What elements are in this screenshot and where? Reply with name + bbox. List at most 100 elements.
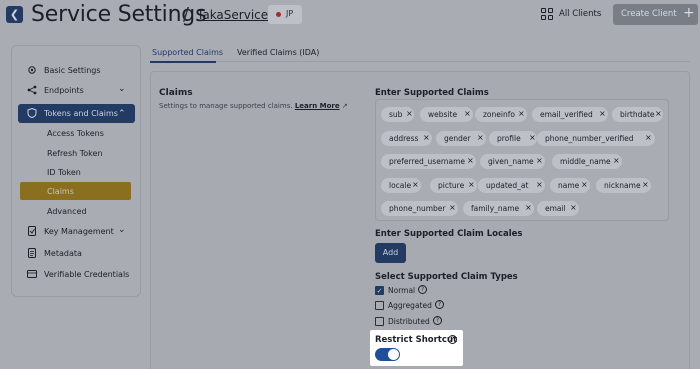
claim-chip: updated_at × <box>478 178 545 193</box>
back-button[interactable]: ❮ <box>6 6 23 23</box>
sidebar-subitem-access-tokens[interactable]: Access Tokens <box>20 124 131 142</box>
grid-icon[interactable] <box>541 8 553 20</box>
chevron-up-icon: ⌃ <box>118 109 126 119</box>
remove-chip-icon[interactable]: × <box>525 203 532 212</box>
toggle-knob <box>388 349 399 360</box>
claim-chip: locale × <box>381 178 421 193</box>
claim-type-aggregated[interactable]: Aggregated ? <box>375 300 455 312</box>
claim-chip-label: name <box>558 181 580 190</box>
sidebar-item-verifiable-credentials[interactable]: Verifiable Credentials <box>18 265 135 284</box>
sidebar-subitem-label: Refresh Token <box>47 149 103 158</box>
remove-chip-icon[interactable]: × <box>449 203 456 212</box>
sidebar-item-label: Metadata <box>44 249 82 258</box>
claim-chip: name × <box>550 178 590 193</box>
region-badge: JP <box>268 5 302 24</box>
claim-chip: website × <box>420 107 473 122</box>
checkbox-label: Aggregated <box>388 301 432 310</box>
restrict-shortcut-label: Restrict Shortcut <box>375 335 458 345</box>
checkbox-checked[interactable]: ✓ <box>375 286 384 295</box>
tab-verified-claims[interactable]: Verified Claims (IDA) <box>237 48 319 57</box>
sidebar-item-label: Key Management <box>44 227 114 236</box>
sidebar-item-endpoints[interactable]: Endpoints ⌄ <box>18 81 135 100</box>
remove-chip-icon[interactable]: × <box>536 180 543 189</box>
remove-chip-icon[interactable]: × <box>412 180 419 189</box>
claim-type-distributed[interactable]: Distributed ? <box>375 316 455 328</box>
help-icon[interactable]: ? <box>448 335 457 344</box>
remove-chip-icon[interactable]: × <box>529 133 536 142</box>
sidebar-item-basic-settings[interactable]: Basic Settings <box>18 61 135 80</box>
plus-icon: + <box>683 5 695 21</box>
sidebar-subitem-label: Advanced <box>47 207 87 216</box>
restrict-shortcut-toggle[interactable] <box>375 348 400 361</box>
sidebar-subitem-label: ID Token <box>47 168 81 177</box>
remove-chip-icon[interactable]: × <box>613 156 620 165</box>
help-icon[interactable]: ? <box>433 316 442 325</box>
sidebar-item-metadata[interactable]: Metadata <box>18 244 135 263</box>
claim-chip: gender × <box>436 131 486 146</box>
learn-more-link[interactable]: Learn More <box>295 102 340 110</box>
remove-chip-icon[interactable]: × <box>645 133 652 142</box>
claim-chip-label: nickname <box>604 181 641 190</box>
claim-chip-label: zoneinfo <box>483 110 515 119</box>
all-clients-button[interactable]: All Clients <box>559 9 601 19</box>
claim-chip-label: locale <box>389 181 412 190</box>
shield-icon <box>27 108 37 118</box>
remove-chip-icon[interactable]: × <box>467 156 474 165</box>
remove-chip-icon[interactable]: × <box>406 109 413 118</box>
claim-chip-label: email_verified <box>540 110 593 119</box>
gear-icon <box>28 66 36 74</box>
add-locale-button[interactable]: Add <box>375 243 406 263</box>
sidebar-subitem-claims[interactable]: Claims <box>20 182 131 200</box>
remove-chip-icon[interactable]: × <box>599 109 606 118</box>
remove-chip-icon[interactable]: × <box>477 133 484 142</box>
checkbox-unchecked[interactable] <box>375 301 384 310</box>
remove-chip-icon[interactable]: × <box>570 203 577 212</box>
claim-chip: family_name × <box>463 201 534 216</box>
claim-chip-label: family_name <box>471 204 520 213</box>
remove-chip-icon[interactable]: × <box>655 109 662 118</box>
supported-claims-input[interactable]: sub × website × zoneinfo × email_verified × … <box>375 99 669 221</box>
sidebar-subitem-advanced[interactable]: Advanced <box>20 202 131 220</box>
claim-chip: nickname × <box>596 178 651 193</box>
claim-chip-label: sub <box>389 110 403 119</box>
remove-chip-icon[interactable]: × <box>642 180 649 189</box>
service-name-link[interactable]: TakaService <box>197 8 268 22</box>
create-client-label: Create Client <box>621 9 677 19</box>
supported-claims-label: Enter Supported Claims <box>375 88 489 98</box>
help-icon[interactable]: ? <box>435 300 444 309</box>
remove-chip-icon[interactable]: × <box>464 109 471 118</box>
remove-chip-icon[interactable]: × <box>581 180 588 189</box>
tab-supported-claims[interactable]: Supported Claims <box>152 48 223 57</box>
claim-chip: picture × <box>430 178 477 193</box>
remove-chip-icon[interactable]: × <box>518 109 525 118</box>
share-icon <box>27 85 37 95</box>
sidebar-item-tokens-and-claims[interactable]: Tokens and Claims ⌃ <box>18 104 135 123</box>
help-icon[interactable]: ? <box>418 285 427 294</box>
chevron-down-icon: ⌄ <box>118 84 126 94</box>
chevron-down-icon: ⌄ <box>118 225 126 235</box>
claim-chip: email_verified × <box>532 107 608 122</box>
sidebar-item-key-management[interactable]: Key Management ⌄ <box>18 222 135 241</box>
sidebar-subitem-id-token[interactable]: ID Token <box>20 163 131 181</box>
claim-chip: phone_number_verified × <box>537 131 655 146</box>
claim-chip: phone_number × <box>381 201 458 216</box>
section-title: Claims <box>159 88 193 98</box>
sidebar-subitem-label: Access Tokens <box>47 129 104 138</box>
remove-chip-icon[interactable]: × <box>423 133 430 142</box>
page-header: ❮ Service Settings / TakaService JP All … <box>0 0 700 34</box>
claim-type-normal[interactable]: ✓ Normal ? <box>375 285 455 297</box>
section-description-text: Settings to manage supported claims. <box>159 102 293 110</box>
claim-chip: address × <box>381 131 432 146</box>
sidebar-subitem-refresh-token[interactable]: Refresh Token <box>20 144 131 162</box>
claim-chip: zoneinfo × <box>475 107 527 122</box>
claim-chip-label: given_name <box>488 157 534 166</box>
region-label: JP <box>286 9 294 18</box>
remove-chip-icon[interactable]: × <box>468 180 475 189</box>
tab-bar: Supported Claims Verified Claims (IDA) <box>150 44 690 62</box>
checkbox-label: Distributed <box>388 317 430 326</box>
checkbox-unchecked[interactable] <box>375 317 384 326</box>
create-client-button[interactable]: Create Client + <box>613 4 698 25</box>
claim-chip-label: profile <box>497 134 521 143</box>
document-icon <box>28 248 36 258</box>
remove-chip-icon[interactable]: × <box>536 156 543 165</box>
